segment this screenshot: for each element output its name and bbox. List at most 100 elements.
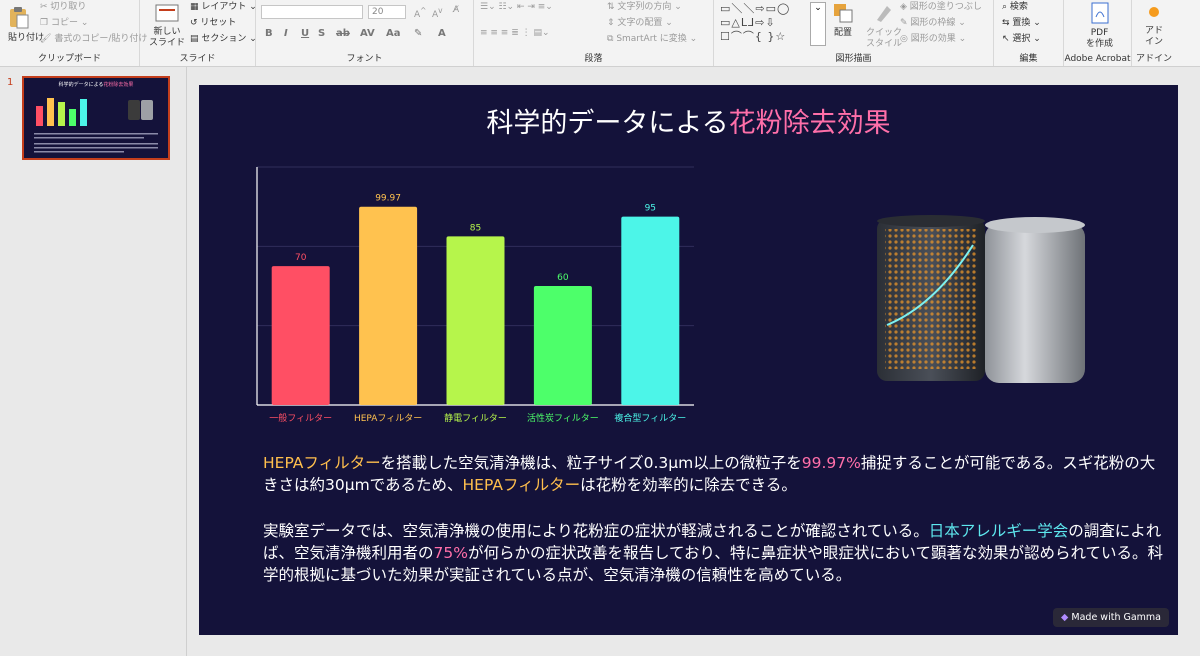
align-text-icon: ⇕ xyxy=(607,18,615,28)
slide-thumbnail-pane: 1 科学的データによる花粉除去効果 xyxy=(0,67,187,656)
find-label: 検索 xyxy=(1009,2,1028,12)
find-button[interactable]: ⌕ 検索 xyxy=(1002,2,1028,13)
font-size-value: 20 xyxy=(372,7,384,17)
x-tick-label: 一般フィルター xyxy=(269,412,332,424)
smartart-button[interactable]: ⧉ SmartArt に変換 ⌄ xyxy=(607,34,697,45)
bar[interactable] xyxy=(271,266,330,405)
highlight-button[interactable]: ✎ xyxy=(414,28,422,39)
shrink-font-button[interactable]: Av xyxy=(432,5,443,21)
drawing-group-label: 図形描画 xyxy=(835,54,872,64)
shape-outline-button[interactable]: ✎ 図形の枠線 ⌄ xyxy=(900,18,966,29)
thumbnail-bar-2 xyxy=(47,98,54,126)
paint-bucket-icon: ◈ xyxy=(900,2,907,12)
p2-percent: 75% xyxy=(433,544,468,562)
cut-button[interactable]: ✂ 切り取り xyxy=(40,2,86,13)
font-size-field[interactable]: 20 xyxy=(368,5,406,19)
shadow-button[interactable]: S xyxy=(318,28,325,39)
thumbnail-text-line xyxy=(34,147,158,149)
underline-button[interactable]: U xyxy=(301,28,309,39)
slides-group: 新しい スライド ▦ レイアウト ⌄ ↺ リセット ▤ セクション ⌄ スライド xyxy=(140,0,257,66)
arrange-icon xyxy=(834,4,853,23)
purifier-metal-body xyxy=(985,223,1085,383)
copy-button[interactable]: ❐ コピー ⌄ xyxy=(40,18,88,29)
purifier-particles xyxy=(885,229,977,369)
thumbnail-text-line xyxy=(34,151,124,153)
replace-icon: ⇆ xyxy=(1002,18,1010,28)
create-pdf-label-2: を作成 xyxy=(1086,39,1114,49)
p1-text-1: を搭載した空気清浄機は、粒子サイズ0.3μm以上の微粒子を xyxy=(380,454,802,472)
copy-icon: ❐ xyxy=(40,18,49,28)
format-painter-button[interactable]: 🖌 書式のコピー/貼り付け xyxy=(40,34,147,45)
slide-number: 1 xyxy=(7,77,14,88)
slide-thumbnail[interactable]: 科学的データによる花粉除去効果 xyxy=(22,76,170,160)
grow-font-button[interactable]: A^ xyxy=(414,5,426,21)
paragraph-2[interactable]: 実験室データでは、空気清浄機の使用により花粉症の症状が軽減されることが確認されて… xyxy=(263,520,1163,586)
create-pdf-button[interactable]: PDF を作成 xyxy=(1086,2,1113,50)
case-button[interactable]: Aa xyxy=(386,28,401,39)
bar[interactable] xyxy=(359,206,418,405)
thumbnail-bar-1 xyxy=(36,106,43,126)
paragraph-1[interactable]: HEPAフィルターを搭載した空気清浄機は、粒子サイズ0.3μm以上の微粒子を99… xyxy=(263,452,1163,496)
font-name-field[interactable] xyxy=(261,5,363,19)
addins-icon xyxy=(1149,7,1159,17)
bullets-button[interactable]: ☰⌄ ☷⌄ ⇤ ⇥ ≡⌄ xyxy=(480,2,553,13)
editing-group-label: 編集 xyxy=(1019,54,1038,64)
arrange-button[interactable]: 配置 xyxy=(832,2,854,39)
bar-chart[interactable]: 70 一般フィルター 99.97 HEPAフィルター 85 静電フィルター 60 活性炭フィル… xyxy=(239,160,709,435)
p1-hepa-2: HEPAフィルター xyxy=(462,476,581,494)
bar[interactable] xyxy=(533,286,592,405)
shape-fill-button[interactable]: ◈ 図形の塗りつぶし xyxy=(900,2,982,13)
thumbnail-purifier-2 xyxy=(141,100,153,120)
new-slide-button[interactable]: 新しい スライド xyxy=(149,3,185,49)
shape-effects-label: 図形の効果 xyxy=(910,34,956,44)
thumbnail-bar-3 xyxy=(58,102,65,126)
layout-label: レイアウト xyxy=(201,2,247,12)
replace-button[interactable]: ⇆ 置換 ⌄ xyxy=(1002,18,1041,29)
quick-styles-icon xyxy=(877,6,891,22)
thumbnail-text-line xyxy=(34,143,158,145)
drawing-group: ▭＼＼⇨▭◯ ▭△Ⅼ⅃⇨⇩ ☐⌒⌒{ }☆ ⌄ 配置 クイック スタイル ◈ 図形の… xyxy=(714,0,994,66)
smartart-icon: ⧉ xyxy=(607,34,614,44)
shapes-gallery[interactable]: ▭＼＼⇨▭◯ ▭△Ⅼ⅃⇨⇩ ☐⌒⌒{ }☆ xyxy=(720,2,816,44)
align-text-button[interactable]: ⇕ 文字の配置 ⌄ xyxy=(607,18,673,29)
thumbnail-text-line xyxy=(34,133,158,135)
addins-button[interactable]: アド イン xyxy=(1144,2,1164,48)
section-icon: ▤ xyxy=(190,34,199,44)
new-slide-icon xyxy=(155,4,179,22)
strikethrough-button[interactable]: ab xyxy=(336,28,350,39)
bar[interactable] xyxy=(621,216,680,405)
italic-button[interactable]: I xyxy=(284,28,288,39)
shapes-gallery-more[interactable]: ⌄ xyxy=(810,2,826,46)
select-button[interactable]: ↖ 選択 ⌄ xyxy=(1002,34,1041,45)
clear-format-icon[interactable]: A̸ xyxy=(453,5,459,16)
new-slide-label: 新しい xyxy=(153,27,181,37)
copy-label: コピー xyxy=(50,18,78,28)
text-direction-button[interactable]: ⇅ 文字列の方向 ⌄ xyxy=(607,2,682,13)
bold-button[interactable]: B xyxy=(265,28,273,39)
section-button[interactable]: ▤ セクション ⌄ xyxy=(190,34,257,45)
data-label: 99.97 xyxy=(375,194,401,204)
layout-button[interactable]: ▦ レイアウト ⌄ xyxy=(190,2,257,13)
quick-styles-button[interactable]: クイック スタイル xyxy=(866,2,902,50)
data-label: 70 xyxy=(295,253,307,263)
reset-button[interactable]: ↺ リセット xyxy=(190,18,236,29)
bar[interactable] xyxy=(446,236,505,405)
create-pdf-label: PDF xyxy=(1090,28,1109,38)
slide-canvas[interactable]: 科学的データによる花粉除去効果 70 一般フィルター 99.97 HEPAフィルター 8… xyxy=(199,85,1178,635)
spacing-button[interactable]: AV xyxy=(360,28,375,39)
align-buttons[interactable]: ≡ ≡ ≡ ≣ ⋮ ▤⌄ xyxy=(480,28,550,39)
acrobat-group-label: Adobe Acrobat xyxy=(1064,54,1131,64)
text-direction-icon: ⇅ xyxy=(607,2,615,12)
paste-button[interactable]: 貼り付け xyxy=(8,5,44,44)
scissors-icon: ✂ xyxy=(40,2,48,12)
data-label: 60 xyxy=(557,273,569,283)
shape-effects-button[interactable]: ◎ 図形の効果 ⌄ xyxy=(900,34,966,45)
new-slide-label-2: スライド xyxy=(149,38,186,48)
font-color-button[interactable]: A xyxy=(438,28,446,39)
cursor-icon: ↖ xyxy=(1002,34,1010,44)
made-with-gamma-badge[interactable]: ◆ Made with Gamma xyxy=(1053,608,1169,627)
slide-title[interactable]: 科学的データによる花粉除去効果 xyxy=(199,101,1178,140)
x-tick-label: 複合型フィルター xyxy=(614,412,686,424)
thumbnail-text-line xyxy=(34,137,144,139)
data-label: 85 xyxy=(470,223,481,233)
